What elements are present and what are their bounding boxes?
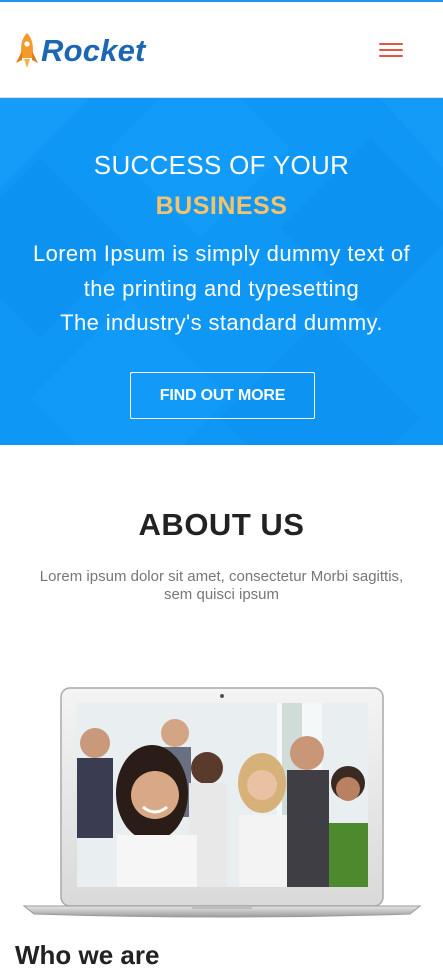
hamburger-icon — [379, 43, 403, 45]
hamburger-icon-line — [379, 55, 403, 57]
about-text-line-2: sem quisci ipsum — [163, 586, 280, 603]
logo-text: Rocket — [41, 33, 146, 68]
hero-text-line-2: the printing and typesetting — [83, 276, 360, 301]
about-description: Lorem ipsum dolor sit amet, consectetur … — [18, 568, 425, 604]
who-we-are-title: Who we are — [15, 940, 160, 970]
find-out-more-button[interactable]: FIND OUT MORE — [130, 372, 315, 419]
rocket-icon — [16, 33, 38, 68]
team-photo-illustration — [77, 703, 368, 887]
logo-link[interactable]: Rocket — [14, 30, 146, 72]
about-text-line-1: Lorem ipsum dolor sit amet, consectetur … — [39, 568, 404, 585]
hero-title: SUCCESS OF YOUR — [93, 150, 350, 180]
hero-section: SUCCESS OF YOUR BUSINESS Lorem Ipsum is … — [0, 98, 443, 445]
hero-text-line-3: The industry's standard dummy. — [60, 310, 383, 335]
site-header: Rocket — [0, 2, 443, 98]
about-title: ABOUT US — [138, 507, 305, 542]
team-photo — [77, 703, 368, 887]
hamburger-icon-line — [379, 49, 403, 51]
hero-text-line-1: Lorem Ipsum is simply dummy text of — [32, 241, 411, 266]
hamburger-menu-button[interactable] — [374, 38, 408, 64]
hero-highlight: BUSINESS — [155, 192, 288, 220]
